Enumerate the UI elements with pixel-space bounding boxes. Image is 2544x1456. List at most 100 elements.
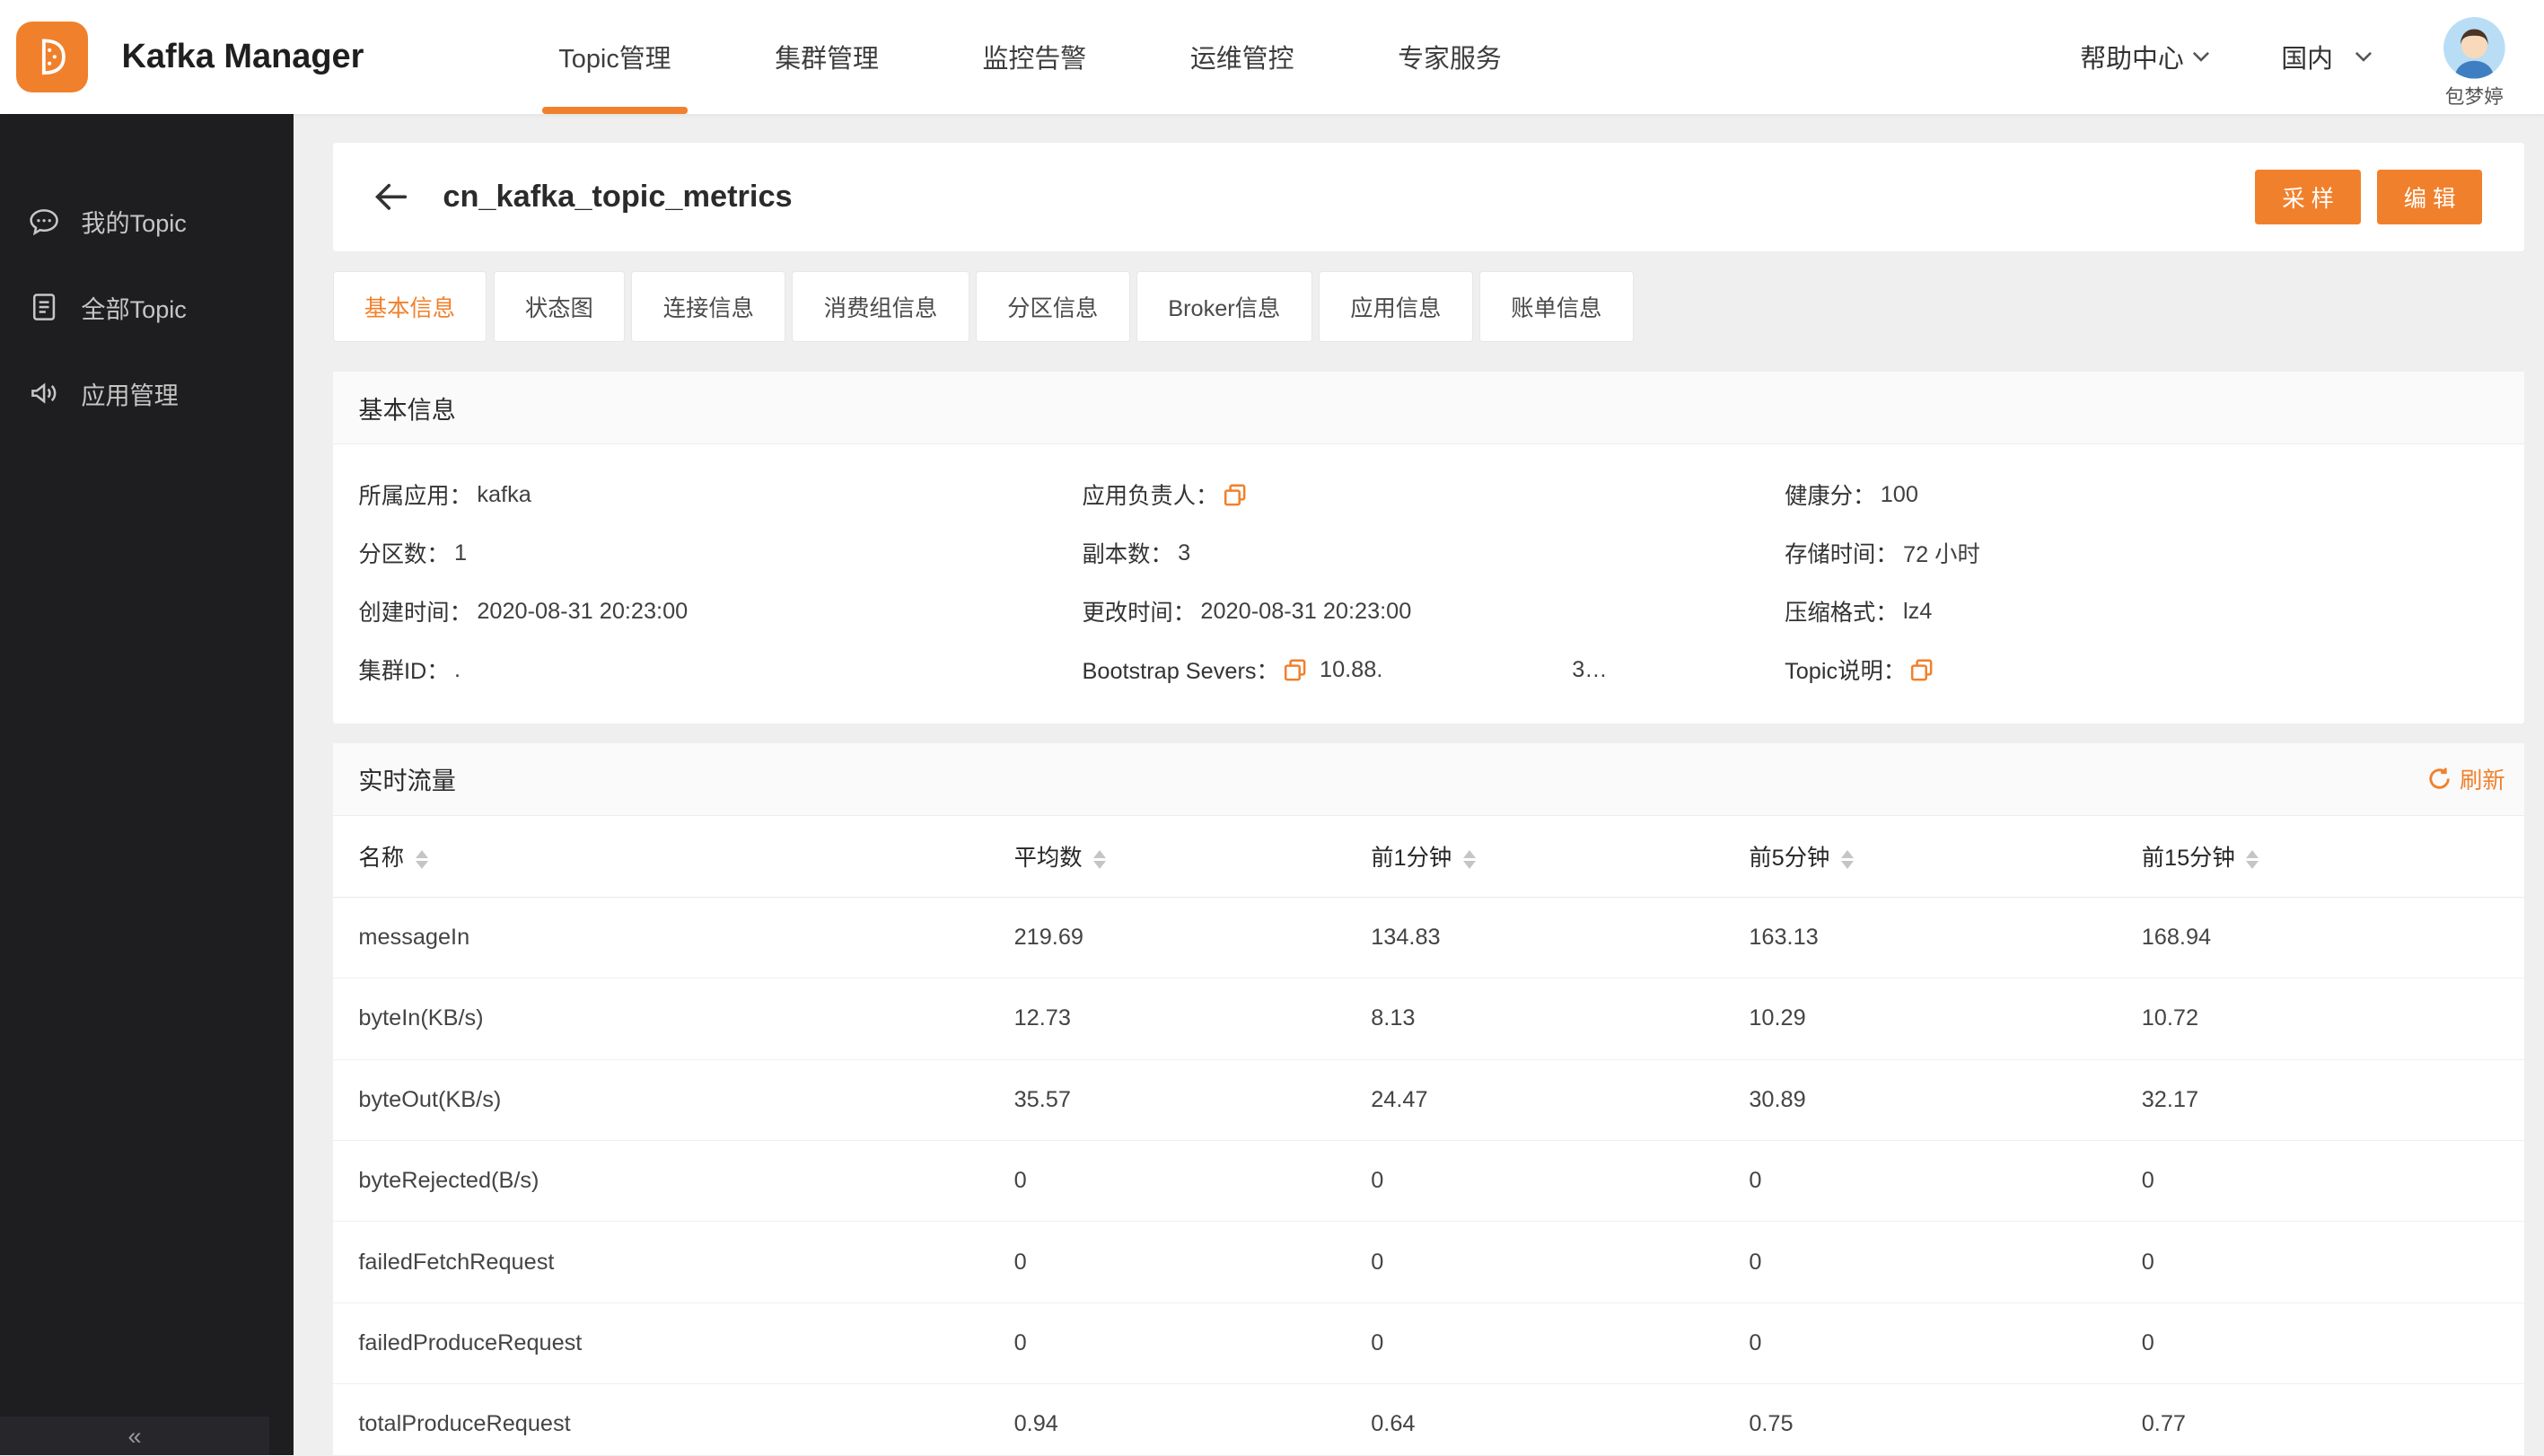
sort-carets-icon[interactable]: [415, 849, 428, 870]
tab-basic-info[interactable]: 基本信息: [332, 270, 487, 343]
edit-button[interactable]: 编 辑: [2376, 169, 2483, 225]
sort-carets-icon[interactable]: [1840, 849, 1854, 870]
metric-value: 0: [1749, 1303, 2142, 1385]
tab-partition-info[interactable]: 分区信息: [975, 270, 1130, 343]
table-row: failedFetchRequest 0 0 0 0: [332, 1221, 2525, 1303]
metric-name: totalProduceRequest: [332, 1383, 1014, 1456]
column-header-last-1min: 前1分钟: [1371, 816, 1750, 898]
field-create-time: 创建时间： 2020-08-31 20:23:00: [358, 598, 689, 627]
field-partition-count: 分区数： 1: [358, 539, 468, 568]
metric-value: 0: [1749, 1140, 2142, 1223]
metric-value: 0.94: [1013, 1383, 1372, 1456]
sort-carets-icon[interactable]: [1462, 849, 1476, 870]
tab-billing-info[interactable]: 账单信息: [1478, 270, 1634, 343]
copy-icon[interactable]: [1284, 659, 1306, 681]
tab-connection-info[interactable]: 连接信息: [631, 270, 786, 343]
refresh-label: 刷新: [2460, 767, 2505, 794]
region-label: 国内: [2281, 45, 2334, 75]
help-center-menu[interactable]: 帮助中心: [2080, 38, 2210, 75]
sort-carets-icon[interactable]: [2246, 849, 2259, 870]
active-nav-underline: [542, 107, 688, 114]
metric-name: byteIn(KB/s): [332, 978, 1014, 1060]
back-arrow-icon: [375, 184, 408, 211]
tab-broker-info[interactable]: Broker信息: [1136, 270, 1312, 343]
metric-value: 163.13: [1749, 897, 2142, 979]
field-bootstrap-servers: Bootstrap Severs： 10.88. 3…: [1082, 656, 1608, 685]
metric-value: 0.77: [2141, 1383, 2525, 1456]
sidebar-collapse-button[interactable]: «: [0, 1416, 270, 1456]
back-button[interactable]: [374, 182, 408, 212]
sidebar-item-label: 应用管理: [81, 381, 179, 409]
field-owner-app: 所属应用： kafka: [358, 481, 531, 510]
metric-value: 10.29: [1749, 978, 2142, 1060]
nav-label: 监控告警: [982, 45, 1087, 75]
metric-value: 0: [2141, 1221, 2525, 1303]
metric-value: 0: [1749, 1221, 2142, 1303]
sidebar-item-app-management[interactable]: 应用管理: [0, 350, 294, 436]
field-app-principal: 应用负责人：: [1083, 470, 1785, 519]
field-retention-time: 存储时间： 72 小时: [1785, 542, 1980, 568]
copy-icon[interactable]: [1224, 484, 1246, 506]
metric-value: 0: [1371, 1140, 1750, 1223]
field-cluster-id: 集群ID： .: [358, 656, 461, 685]
tab-consumer-group-info[interactable]: 消费组信息: [792, 270, 969, 343]
sidebar-item-label: 我的Topic: [81, 209, 187, 238]
sidebar-item-label: 全部Topic: [81, 294, 187, 323]
copy-icon[interactable]: [1910, 659, 1933, 681]
refresh-button[interactable]: 刷新: [2427, 763, 2505, 795]
table-row: byteIn(KB/s) 12.73 8.13 10.29 10.72: [332, 978, 2525, 1060]
metric-value: 0: [1371, 1303, 1750, 1385]
tab-status-chart[interactable]: 状态图: [493, 270, 626, 343]
chevron-down-icon: [2192, 51, 2209, 62]
basic-info-section-header: 基本信息: [332, 371, 2525, 445]
app-logo[interactable]: [16, 21, 88, 93]
nav-label: 运维管控: [1189, 45, 1294, 75]
tab-app-info[interactable]: 应用信息: [1318, 270, 1473, 343]
megaphone-icon: [31, 382, 57, 404]
user-avatar[interactable]: [2443, 16, 2505, 79]
main-content: cn_kafka_topic_metrics 采 样 编 辑 基本信息 状态图 …: [294, 113, 2544, 1456]
nav-monitor-alert[interactable]: 监控告警: [931, 0, 1138, 114]
basic-info-grid: 所属应用： kafka 应用负责人： 健康分： 100 分区数： 1 副本数： …: [333, 444, 2525, 724]
table-row: byteOut(KB/s) 35.57 24.47 30.89 32.17: [332, 1059, 2525, 1141]
column-header-last-5min: 前5分钟: [1749, 816, 2142, 898]
metric-value: 0: [1371, 1221, 1750, 1303]
main-nav: Topic管理 集群管理 监控告警 运维管控 专家服务: [506, 0, 1553, 114]
field-health-score: 健康分： 100: [1785, 481, 1918, 510]
nav-label: Topic管理: [558, 45, 671, 75]
metric-name: byteRejected(B/s): [332, 1140, 1014, 1223]
column-header-average: 平均数: [1013, 816, 1372, 898]
field-compression-format: 压缩格式： lz4: [1785, 598, 1933, 627]
nav-ops-control[interactable]: 运维管控: [1138, 0, 1346, 114]
metric-value: 0: [1013, 1221, 1372, 1303]
nav-expert-service[interactable]: 专家服务: [1346, 0, 1553, 114]
table-row: failedProduceRequest 0 0 0 0: [332, 1303, 2525, 1385]
top-navbar: Kafka Manager Topic管理 集群管理 监控告警 运维管控 专家服…: [0, 0, 2544, 114]
metric-value: 32.17: [2141, 1059, 2525, 1141]
metric-value: 134.83: [1371, 897, 1750, 979]
metric-value: 168.94: [2141, 897, 2525, 979]
table-row: totalProduceRequest 0.94 0.64 0.75 0.77: [332, 1383, 2525, 1456]
column-header-name: 名称: [332, 816, 1014, 898]
metric-value: 10.72: [2141, 978, 2525, 1060]
nav-topic-management[interactable]: Topic管理: [506, 0, 723, 114]
metric-value: 35.57: [1013, 1059, 1372, 1141]
avatar-image: [2443, 16, 2505, 79]
sample-button[interactable]: 采 样: [2255, 169, 2361, 225]
metric-value: 0: [1013, 1140, 1372, 1223]
nav-cluster-management[interactable]: 集群管理: [723, 0, 930, 114]
sidebar-item-my-topic[interactable]: 我的Topic: [0, 179, 294, 265]
user-menu: 包梦婷: [2443, 16, 2505, 110]
sort-carets-icon[interactable]: [1093, 849, 1107, 870]
username: 包梦婷: [2444, 85, 2504, 109]
metric-value: 30.89: [1749, 1059, 2142, 1141]
refresh-icon: [2429, 767, 2450, 790]
metric-name: byteOut(KB/s): [332, 1059, 1014, 1141]
sidebar-item-all-topic[interactable]: 全部Topic: [0, 265, 294, 351]
kafka-manager-app: Kafka Manager Topic管理 集群管理 监控告警 运维管控 专家服…: [0, 0, 2544, 1456]
metric-value: 0.64: [1371, 1383, 1750, 1456]
realtime-traffic-section-header: 实时流量 刷新: [332, 742, 2525, 817]
region-selector[interactable]: 国内: [2281, 38, 2372, 75]
field-modify-time: 更改时间： 2020-08-31 20:23:00: [1082, 598, 1412, 627]
table-row: messageIn 219.69 134.83 163.13 168.94: [332, 897, 2525, 979]
